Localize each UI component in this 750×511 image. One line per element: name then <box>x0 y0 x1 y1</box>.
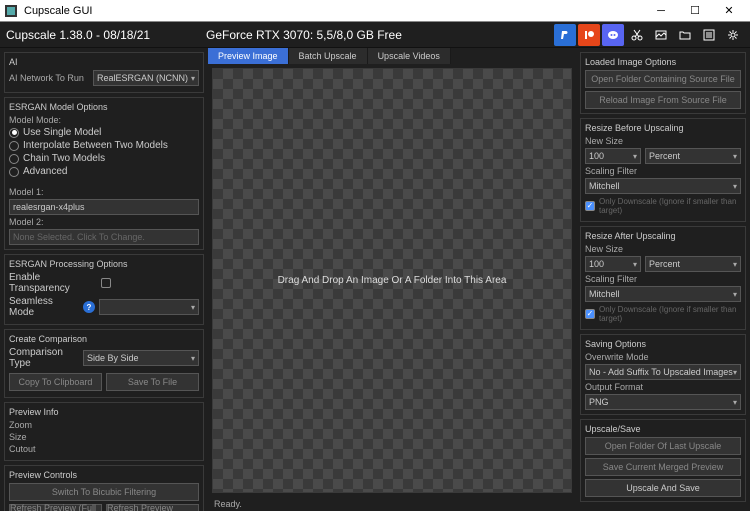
resize-before-panel: Resize Before Upscaling New Size 100 Per… <box>580 118 746 222</box>
ai-panel-title: AI <box>9 57 199 67</box>
info-zoom: Zoom <box>9 420 199 430</box>
radio-single-model[interactable] <box>9 128 19 138</box>
upscale-save-title: Upscale/Save <box>585 424 741 434</box>
ra-size-input[interactable]: 100 <box>585 256 641 272</box>
model2-input[interactable] <box>9 229 199 245</box>
comparison-type-select[interactable]: Side By Side <box>83 350 199 366</box>
tab-bar: Preview Image Batch Upscale Upscale Vide… <box>208 48 576 64</box>
preview-info-panel: Preview Info Zoom Size Cutout <box>4 402 204 461</box>
info-size: Size <box>9 432 199 442</box>
save-file-button[interactable]: Save To File <box>106 373 199 391</box>
comparison-type-label: Comparison Type <box>9 347 79 369</box>
reload-source-button[interactable]: Reload Image From Source File <box>585 91 741 109</box>
app-title: Cupscale 1.38.0 - 08/18/21 <box>6 28 206 42</box>
left-sidebar: AI AI Network To Run RealESRGAN (NCNN) E… <box>0 48 208 511</box>
main-area: AI AI Network To Run RealESRGAN (NCNN) E… <box>0 48 750 511</box>
upscale-save-panel: Upscale/Save Open Folder Of Last Upscale… <box>580 419 746 502</box>
refresh-cutout-button[interactable]: Refresh Preview (Cutout) <box>106 504 199 511</box>
overwrite-label: Overwrite Mode <box>585 352 741 362</box>
model2-label: Model 2: <box>9 217 199 227</box>
rb-filter-select[interactable]: Mitchell <box>585 178 741 194</box>
rb-downscale-checkbox[interactable] <box>585 201 595 211</box>
app-icon <box>4 4 18 18</box>
folder-icon[interactable] <box>674 24 696 46</box>
rb-size-label: New Size <box>585 136 741 146</box>
preview-canvas[interactable]: Drag And Drop An Image Or A Folder Into … <box>212 68 572 493</box>
minimize-button[interactable]: ─ <box>644 0 678 22</box>
overwrite-select[interactable]: No - Add Suffix To Upscaled Images <box>585 364 741 380</box>
radio-interpolate[interactable] <box>9 141 19 151</box>
paypal-icon[interactable] <box>554 24 576 46</box>
image-icon[interactable] <box>650 24 672 46</box>
resize-before-title: Resize Before Upscaling <box>585 123 741 133</box>
rb-downscale-label: Only Downscale (Ignore if smaller than t… <box>599 197 741 215</box>
tab-preview-image[interactable]: Preview Image <box>208 48 289 64</box>
save-merged-preview-button[interactable]: Save Current Merged Preview <box>585 458 741 476</box>
model1-label: Model 1: <box>9 187 199 197</box>
ra-size-label: New Size <box>585 244 741 254</box>
window-title: Cupscale GUI <box>24 5 644 17</box>
rb-filter-label: Scaling Filter <box>585 166 741 176</box>
preview-controls-title: Preview Controls <box>9 470 199 480</box>
tab-batch-upscale[interactable]: Batch Upscale <box>289 48 368 64</box>
saving-panel: Saving Options Overwrite Mode No - Add S… <box>580 334 746 415</box>
canvas-hint: Drag And Drop An Image Or A Folder Into … <box>278 275 507 286</box>
close-button[interactable]: ✕ <box>712 0 746 22</box>
radio-chain[interactable] <box>9 154 19 164</box>
ai-panel: AI AI Network To Run RealESRGAN (NCNN) <box>4 52 204 93</box>
open-last-folder-button[interactable]: Open Folder Of Last Upscale <box>585 437 741 455</box>
transparency-label: Enable Transparency <box>9 272 97 294</box>
ra-unit-select[interactable]: Percent <box>645 256 741 272</box>
ai-network-label: AI Network To Run <box>9 73 89 83</box>
center-area: Preview Image Batch Upscale Upscale Vide… <box>208 48 576 511</box>
patreon-icon[interactable] <box>578 24 600 46</box>
help-icon[interactable]: ? <box>83 301 95 313</box>
loaded-image-title: Loaded Image Options <box>585 57 741 67</box>
switch-filtering-button[interactable]: Switch To Bicubic Filtering <box>9 483 199 501</box>
format-select[interactable]: PNG <box>585 394 741 410</box>
right-sidebar: Loaded Image Options Open Folder Contain… <box>576 48 750 511</box>
info-cutout: Cutout <box>9 444 199 454</box>
saving-title: Saving Options <box>585 339 741 349</box>
rb-unit-select[interactable]: Percent <box>645 148 741 164</box>
ai-network-select[interactable]: RealESRGAN (NCNN) <box>93 70 199 86</box>
upscale-and-save-button[interactable]: Upscale And Save <box>585 479 741 497</box>
model-options-panel: ESRGAN Model Options Model Mode: Use Sin… <box>4 97 204 250</box>
ra-downscale-checkbox[interactable] <box>585 309 595 319</box>
model-mode-label: Model Mode: <box>9 115 199 125</box>
rb-size-input[interactable]: 100 <box>585 148 641 164</box>
maximize-button[interactable]: ☐ <box>678 0 712 22</box>
resize-after-panel: Resize After Upscaling New Size 100 Perc… <box>580 226 746 330</box>
resize-after-title: Resize After Upscaling <box>585 231 741 241</box>
app-header: Cupscale 1.38.0 - 08/18/21 GeForce RTX 3… <box>0 22 750 48</box>
preview-info-title: Preview Info <box>9 407 199 417</box>
refresh-full-button[interactable]: Refresh Preview (Full Image) <box>9 504 102 511</box>
transparency-checkbox[interactable] <box>101 278 111 288</box>
ra-filter-label: Scaling Filter <box>585 274 741 284</box>
seamless-select[interactable] <box>99 299 199 315</box>
seamless-label: Seamless Mode <box>9 296 79 318</box>
status-bar: Ready. <box>208 497 576 511</box>
comparison-title: Create Comparison <box>9 334 199 344</box>
ra-filter-select[interactable]: Mitchell <box>585 286 741 302</box>
loaded-image-panel: Loaded Image Options Open Folder Contain… <box>580 52 746 114</box>
model-options-title: ESRGAN Model Options <box>9 102 199 112</box>
format-label: Output Format <box>585 382 741 392</box>
ra-downscale-label: Only Downscale (Ignore if smaller than t… <box>599 305 741 323</box>
model1-input[interactable] <box>9 199 199 215</box>
discord-icon[interactable] <box>602 24 624 46</box>
processing-title: ESRGAN Processing Options <box>9 259 199 269</box>
window-titlebar: Cupscale GUI ─ ☐ ✕ <box>0 0 750 22</box>
list-icon[interactable] <box>698 24 720 46</box>
gpu-status: GeForce RTX 3070: 5,5/8,0 GB Free <box>206 28 402 42</box>
preview-controls-panel: Preview Controls Switch To Bicubic Filte… <box>4 465 204 511</box>
radio-advanced[interactable] <box>9 167 19 177</box>
processing-panel: ESRGAN Processing Options Enable Transpa… <box>4 254 204 325</box>
cut-icon[interactable] <box>626 24 648 46</box>
gear-icon[interactable] <box>722 24 744 46</box>
open-source-folder-button[interactable]: Open Folder Containing Source File <box>585 70 741 88</box>
copy-clipboard-button[interactable]: Copy To Clipboard <box>9 373 102 391</box>
comparison-panel: Create Comparison Comparison Type Side B… <box>4 329 204 398</box>
tab-upscale-videos[interactable]: Upscale Videos <box>368 48 451 64</box>
